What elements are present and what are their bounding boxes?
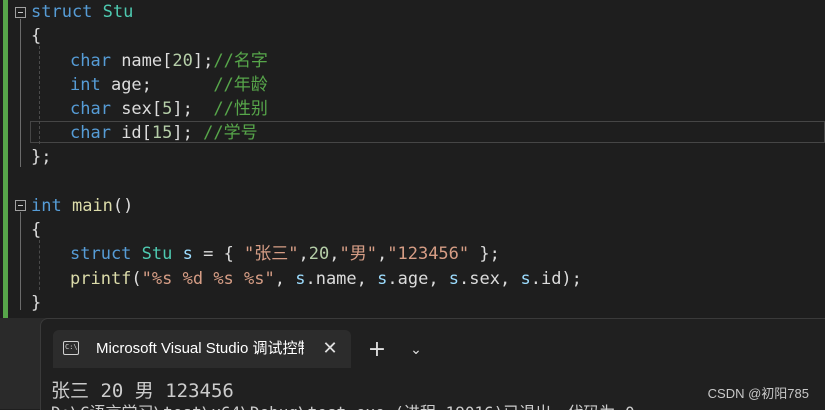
punctuation: , (274, 269, 296, 289)
close-tab-icon[interactable]: ✕ (317, 336, 343, 362)
type-stu: Stu (131, 244, 173, 264)
type-keyword: char (70, 123, 111, 143)
function-name: main (61, 196, 113, 216)
punctuation: ]; (172, 99, 214, 119)
console-icon: C:\ (63, 341, 79, 355)
fold-guide-main (20, 212, 21, 310)
number-literal: 20 (172, 51, 193, 71)
punctuation: }; (469, 244, 500, 264)
string-literal: "张三" (244, 244, 299, 264)
keyword-struct: struct (31, 2, 93, 22)
string-literal: "%s %d %s %s" (141, 269, 275, 289)
identifier: sex[ (110, 99, 163, 119)
code-line-11: struct Stu s = { "张三",20,"男","123456" }; (70, 242, 500, 266)
comment: //性别 (213, 99, 268, 119)
type-keyword: char (70, 51, 111, 71)
member-access: .sex, (459, 269, 521, 289)
type-keyword: char (70, 99, 111, 119)
member-access: .id); (530, 269, 582, 289)
number-literal: 15 (151, 123, 173, 143)
identifier: id[ (110, 123, 152, 143)
keyword-struct: struct (70, 244, 132, 264)
brace: } (31, 293, 42, 313)
console-output-line: 张三 20 男 123456 (51, 380, 234, 402)
type-keyword: int (31, 196, 62, 216)
indent-guide-main (39, 240, 40, 290)
identifier: age; (100, 75, 214, 95)
member-access: .age, (387, 269, 449, 289)
chevron-down-icon[interactable]: ⌄ (403, 336, 429, 364)
comment: //名字 (213, 51, 268, 71)
type-stu: Stu (92, 2, 134, 22)
punctuation: , (377, 244, 388, 264)
member-access: .name, (305, 269, 378, 289)
comment: //学号 (203, 123, 258, 143)
number-literal: 5 (162, 99, 173, 119)
comment: //年龄 (213, 75, 268, 95)
console-tab-title: Microsoft Visual Studio 调试控制台 (96, 340, 304, 357)
function-name: printf (70, 269, 132, 289)
fold-guide-struct (20, 19, 21, 167)
code-line-7: }; (31, 145, 51, 169)
code-line-4: int age; //年龄 (70, 73, 268, 97)
code-line-12: printf("%s %d %s %s", s.name, s.age, s.s… (70, 267, 582, 291)
punctuation: , (329, 244, 340, 264)
brace: }; (31, 147, 52, 167)
indent-guide-struct (39, 46, 40, 144)
number-literal: 20 (308, 244, 330, 264)
punctuation: () (112, 196, 134, 216)
code-line-13: } (31, 291, 41, 315)
watermark: CSDN @初阳785 (707, 386, 809, 401)
code-line-10: { (31, 218, 41, 242)
change-indicator-bar (3, 0, 8, 318)
punctuation: ( (131, 269, 142, 289)
punctuation: = { (192, 244, 245, 264)
code-line-2: { (31, 24, 41, 48)
code-line-9: int main() (31, 194, 133, 218)
code-line-6: char id[15]; //学号 (70, 121, 258, 145)
variable: s (520, 269, 531, 289)
identifier: name[ (110, 51, 173, 71)
punctuation: ]; (192, 51, 214, 71)
console-tab[interactable]: C:\ Microsoft Visual Studio 调试控制台 ✕ (53, 330, 351, 368)
string-literal: "123456" (387, 244, 470, 264)
new-tab-button[interactable]: + (363, 336, 391, 364)
brace: { (31, 26, 42, 46)
variable: s (377, 269, 388, 289)
type-keyword: int (70, 75, 101, 95)
code-line-1: struct Stu (31, 0, 133, 24)
brace: { (31, 220, 42, 240)
fold-toggle-struct-icon[interactable] (15, 7, 26, 18)
variable: s (448, 269, 460, 289)
code-line-5: char sex[5]; //性别 (70, 97, 268, 121)
punctuation: , (298, 244, 309, 264)
variable: s (295, 269, 306, 289)
code-editor[interactable]: struct Stu { char name[20];//名字 int age;… (0, 0, 825, 318)
string-literal: "男" (339, 244, 377, 264)
fold-toggle-main-icon[interactable] (15, 200, 26, 211)
variable: s (172, 244, 193, 264)
punctuation: ]; (172, 123, 204, 143)
code-line-3: char name[20];//名字 (70, 49, 268, 73)
